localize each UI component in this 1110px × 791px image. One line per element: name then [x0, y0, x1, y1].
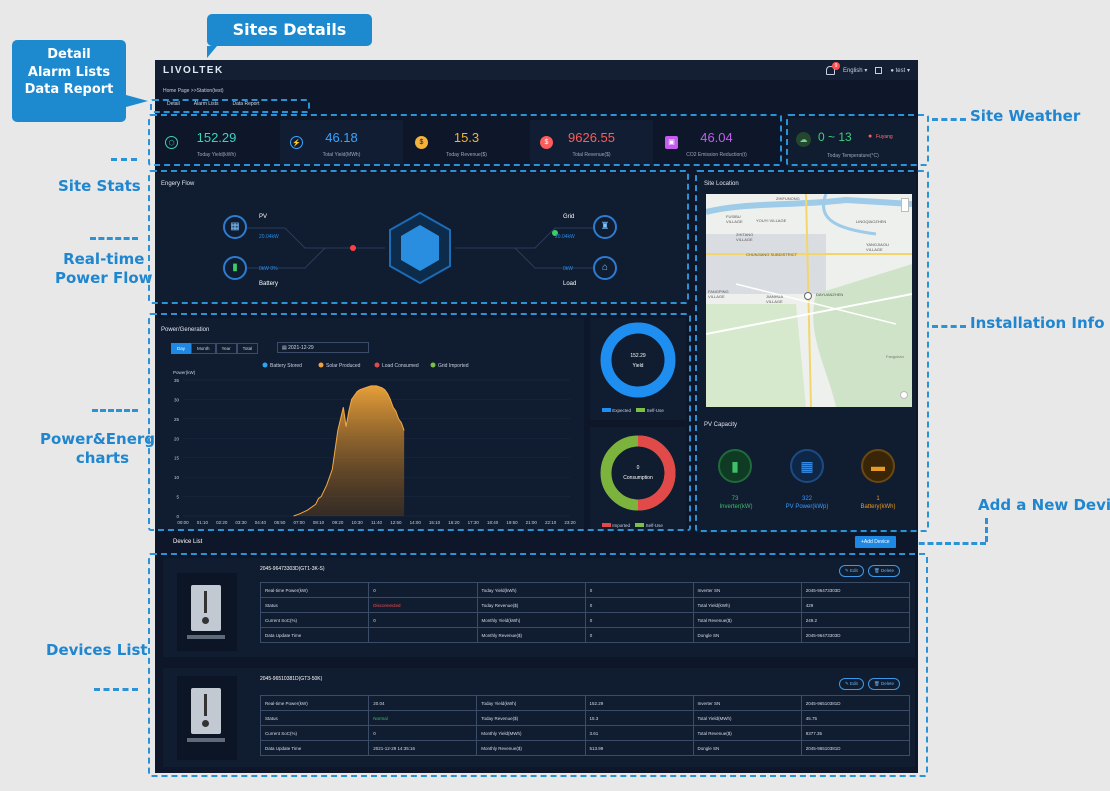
- add-device-connector-h: [910, 542, 986, 545]
- realtime-flow-connector: [90, 237, 138, 240]
- logo: LIVOLTEK: [163, 64, 224, 76]
- site-weather-connector: [932, 118, 966, 121]
- realtime-flow-line2: Power Flow: [55, 268, 153, 287]
- detail-alarm-pointer: [126, 95, 148, 107]
- devices-list-box: [148, 553, 928, 777]
- fullscreen-icon[interactable]: [875, 66, 883, 74]
- callout-data-report: Data Report: [24, 82, 114, 98]
- add-device-connector-v: [985, 518, 988, 542]
- top-bar: LIVOLTEK 9 English ▾ ● test ▾: [155, 60, 918, 80]
- user-name: test: [895, 67, 906, 74]
- user-menu[interactable]: ● test ▾: [890, 67, 910, 74]
- power-charts-box: [148, 313, 691, 531]
- realtime-flow-line1: Real-time: [63, 250, 145, 268]
- breadcrumb: Home Page >>Station(test): [163, 88, 224, 94]
- add-device-annotation: Add a New Device: [978, 496, 1110, 514]
- language-select[interactable]: English ▾: [843, 67, 867, 74]
- callout-detail: Detail: [47, 47, 91, 62]
- top-bar-controls: 9 English ▾ ● test ▾: [825, 61, 910, 75]
- site-weather-annotation: Site Weather: [970, 107, 1081, 125]
- language-label: English: [842, 67, 863, 74]
- add-device-button[interactable]: +Add Device: [855, 536, 896, 548]
- devices-list-annotation: Devices List: [46, 641, 148, 659]
- callout-alarm-lists: Alarm Lists: [27, 64, 111, 80]
- devices-list-connector: [94, 688, 138, 691]
- site-stats-annotation: Site Stats: [58, 177, 141, 195]
- sites-details-pointer: [207, 46, 217, 58]
- detail-alarm-callout: Detail Alarm Lists Data Report: [12, 40, 126, 122]
- site-weather-box: [786, 114, 929, 166]
- installation-info-connector: [932, 325, 966, 328]
- site-stats-connector: [111, 158, 137, 161]
- device-list-title: Device List: [173, 539, 203, 545]
- installation-info-box: [695, 170, 929, 532]
- notification-count: 9: [831, 61, 840, 70]
- site-stats-box: [148, 114, 782, 166]
- power-energy-line1: Power&Energy: [40, 430, 165, 448]
- power-energy-connector: [92, 409, 138, 412]
- notification-bell-icon[interactable]: 9: [825, 61, 840, 75]
- sites-details-callout: Sites Details: [207, 14, 372, 46]
- device-list-header: Device List +Add Device: [155, 534, 918, 552]
- energy-flow-box: [148, 170, 689, 304]
- installation-info-annotation: Installation Info: [970, 314, 1105, 332]
- realtime-flow-annotation: Real-time Power Flow: [55, 250, 153, 288]
- tabs-highlight-box: [150, 99, 310, 113]
- power-energy-annotation: Power&Energy charts: [40, 430, 165, 468]
- power-energy-line2: charts: [75, 448, 130, 467]
